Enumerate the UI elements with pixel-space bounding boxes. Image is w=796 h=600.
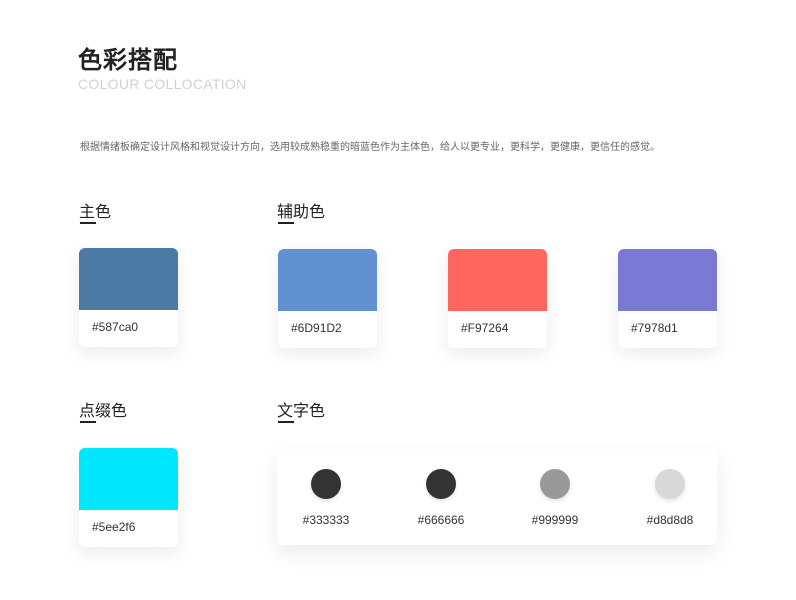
color-card-secondary-2: #F97264 [448,249,547,348]
color-code: #d8d8d8 [646,513,694,527]
color-card-primary: #587ca0 [79,248,178,347]
color-card-secondary-1: #6D91D2 [278,249,377,348]
color-code: #7978d1 [631,321,678,335]
color-code: #5ee2f6 [92,520,136,534]
page-title: 色彩搭配 [78,46,178,74]
color-code: #666666 [417,513,465,527]
color-dot [426,469,456,499]
section-underline-text-colors [278,421,294,423]
color-code: #999999 [531,513,579,527]
color-code: #333333 [302,513,350,527]
section-label-text-colors: 文字色 [277,401,326,420]
color-code: #587ca0 [92,320,139,334]
section-underline-accent [80,421,96,423]
color-card-accent: #5ee2f6 [79,448,178,547]
color-dot [655,469,685,499]
color-swatch [278,249,377,311]
section-underline-secondary [278,222,294,224]
section-label-accent: 点缀色 [79,401,128,420]
color-swatch [79,448,178,510]
color-dot [311,469,341,499]
color-dot [540,469,570,499]
section-underline-primary [80,222,96,224]
page-subtitle: COLOUR COLLOCATION [78,76,247,92]
color-swatch [448,249,547,311]
color-code: #6D91D2 [291,321,342,335]
section-label-primary: 主色 [79,202,112,221]
color-card-secondary-3: #7978d1 [618,249,717,348]
color-code: #F97264 [461,321,509,335]
text-color-panel: #333333 #666666 #999999 #d8d8d8 [277,449,717,545]
color-swatch [79,248,178,310]
page-description: 根据情绪板确定设计风格和视觉设计方向，选用较成熟稳重的暗蓝色作为主体色，给人以更… [80,142,660,153]
section-label-secondary: 辅助色 [277,202,326,221]
color-swatch [618,249,717,311]
